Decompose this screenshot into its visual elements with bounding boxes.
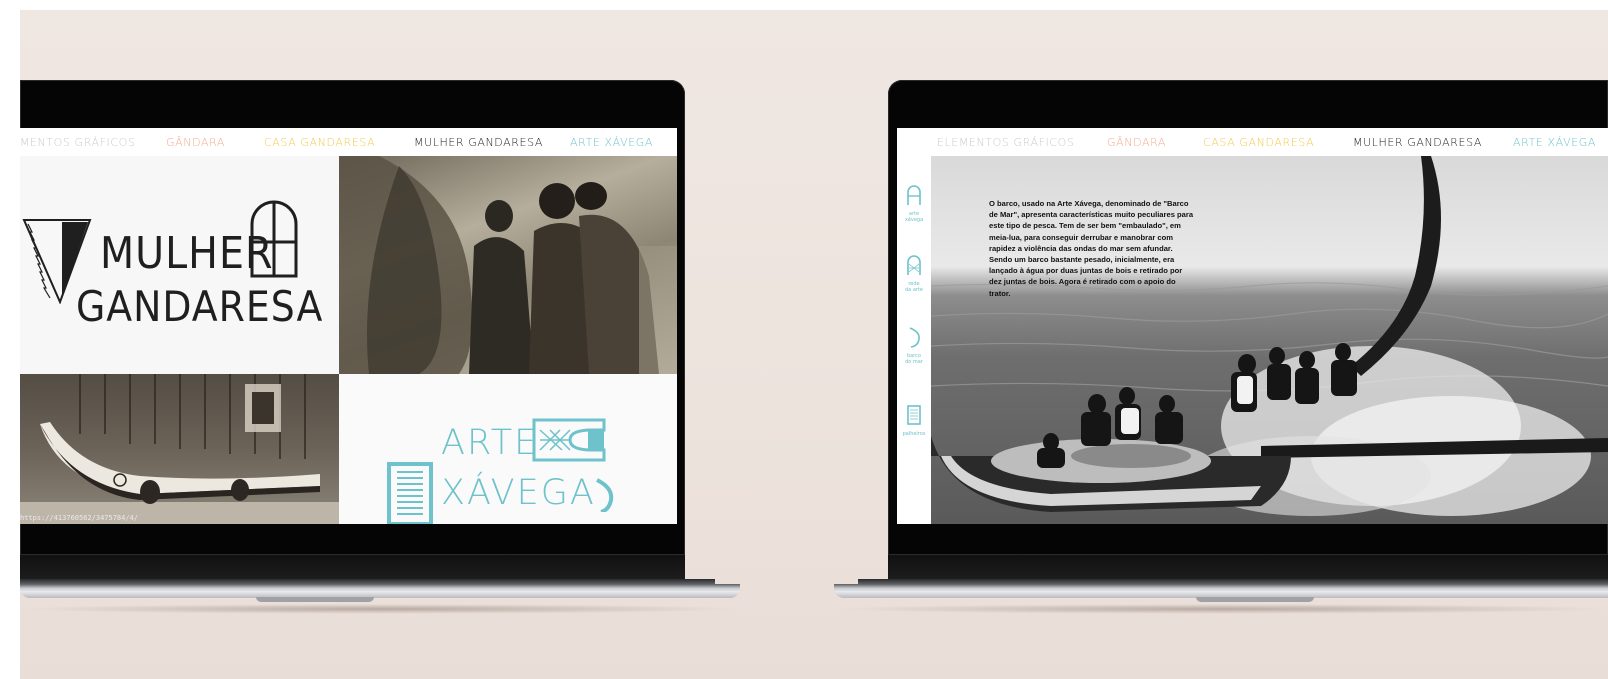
left-screen: ELEMENTOS GRÁFICOS GÂNDARA CASA GANDARES… (20, 128, 677, 524)
side-menu: arte xávega rede da arte barco do mar pa… (897, 156, 931, 524)
right-trackpad-notch (1196, 597, 1314, 602)
nav-casa-gandaresa[interactable]: CASA GANDARESA (1203, 136, 1314, 149)
arte-line-2: XÁVEGA (441, 473, 596, 513)
nav-gandara[interactable]: GÂNDARA (1107, 136, 1166, 149)
barco-description: O barco, usado na Arte Xávega, denominad… (989, 199, 1194, 298)
arch-a-icon (907, 185, 921, 205)
right-chin (888, 555, 1608, 579)
right-top-nav: ELEMENTOS GRÁFICOS GÂNDARA CASA GANDARES… (897, 128, 1608, 156)
women-photo-shapes (339, 156, 677, 374)
side-menu-arte-xavega[interactable]: arte xávega (897, 184, 931, 223)
basket-icon (387, 462, 433, 524)
nav-casa-gandaresa[interactable]: CASA GANDARESA (264, 136, 375, 149)
rail-label-bottom: da arte (905, 287, 923, 293)
right-shadow (834, 604, 1608, 614)
left-shadow (20, 604, 740, 614)
arch-emblem-icon (250, 200, 298, 278)
rail-label-bottom: xávega (904, 217, 924, 223)
nav-arte-xavega[interactable]: ARTE XÁVEGA (570, 136, 653, 149)
nav-elementos-graficos[interactable]: ELEMENTOS GRÁFICOS (20, 136, 136, 149)
hook-icon (596, 478, 614, 512)
side-menu-palheiros[interactable]: palheiros (897, 404, 931, 437)
nav-arte-xavega[interactable]: ARTE XÁVEGA (1513, 136, 1596, 149)
right-base (834, 584, 1608, 598)
rail-label-top: palheiros (902, 431, 926, 437)
nav-mulher-gandaresa[interactable]: MULHER GANDARESA (414, 136, 543, 149)
rail-label-bottom: do mar (905, 359, 923, 365)
nav-gandara[interactable]: GÂNDARA (166, 136, 225, 149)
right-screen: ELEMENTOS GRÁFICOS GÂNDARA CASA GANDARES… (897, 128, 1608, 524)
title-line-2: GANDARESA (76, 282, 324, 331)
mulher-gandaresa-panel[interactable]: MULHER GANDARESA (20, 156, 339, 374)
nav-mulher-gandaresa[interactable]: MULHER GANDARESA (1353, 136, 1482, 149)
net-float-icon (532, 418, 606, 462)
boat-photo-shapes (20, 374, 339, 524)
left-trackpad-notch (256, 597, 374, 602)
photo-url-caption: https://41376056​2/3475784/4/ (20, 514, 139, 522)
palheiro-icon (907, 405, 921, 425)
photo-barco-de-mar: O barco, usado na Arte Xávega, denominad… (931, 156, 1608, 524)
side-menu-barco-do-mar[interactable]: barco do mar (897, 326, 931, 365)
photo-women[interactable] (339, 156, 677, 374)
net-a-icon (907, 255, 921, 275)
photo-boat[interactable]: https://41376056​2/3475784/4/ (20, 374, 339, 524)
side-menu-rede-da-arte[interactable]: rede da arte (897, 254, 931, 293)
hook-icon (909, 327, 920, 348)
arte-line-1: ARTE (441, 423, 539, 463)
left-base (20, 584, 740, 598)
left-top-nav: ELEMENTOS GRÁFICOS GÂNDARA CASA GANDARES… (20, 128, 677, 156)
arte-xavega-panel[interactable]: ARTE XÁVEGA (339, 374, 677, 524)
nav-elementos-graficos[interactable]: ELEMENTOS GRÁFICOS (937, 136, 1075, 149)
left-chin (20, 555, 685, 579)
